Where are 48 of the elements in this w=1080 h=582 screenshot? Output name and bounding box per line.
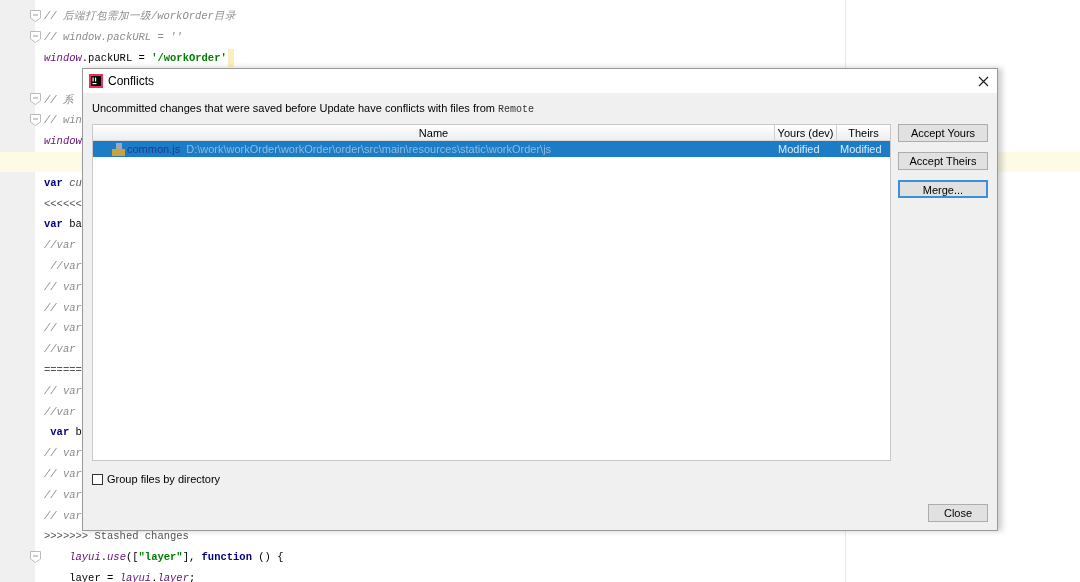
code-line: // var <box>44 321 82 337</box>
code-line: // var <box>44 487 82 503</box>
table-row[interactable]: common.js D:\work\workOrder\workOrder\order\src\main\resources\static\workOrder\js Modified Modified <box>93 141 890 157</box>
text-caret <box>227 49 234 67</box>
column-header[interactable]: Yours (dev) <box>775 125 837 140</box>
code-line: var b <box>49 425 82 441</box>
code-line: //var <box>44 404 76 420</box>
fold-icon[interactable] <box>30 10 41 22</box>
code-line: // window.packURL = '' <box>44 30 183 46</box>
group-files-checkbox[interactable]: Group files by directory <box>92 471 221 488</box>
code-line: var cu <box>44 175 82 191</box>
code-line: // var <box>44 466 82 482</box>
fold-icon[interactable] <box>30 550 41 563</box>
code-line: // 系 <box>44 92 74 108</box>
code-line: var ba <box>44 217 82 233</box>
theirs-status: Modified <box>839 141 883 157</box>
code-line: >>>>>>> Stashed changes <box>44 529 189 545</box>
code-line: // var <box>44 300 82 316</box>
code-line: //var <box>44 342 76 358</box>
code-line: window.packURL = '/workOrder' <box>44 51 227 66</box>
file-path: D:\work\workOrder\workOrder\order\src\main\resources\static\workOrder\js <box>186 141 552 157</box>
yours-status: Modified <box>777 141 821 157</box>
file-name: common.js <box>127 141 181 157</box>
app-logo-icon <box>89 74 103 88</box>
dialog-button[interactable]: Accept Yours <box>898 124 988 142</box>
code-line: ====== <box>44 362 82 378</box>
fold-icon[interactable] <box>30 30 41 43</box>
code-line: // var <box>44 446 82 462</box>
dialog-button[interactable]: Accept Theirs <box>898 152 988 170</box>
code-line: window <box>44 134 82 150</box>
code-line: layui.use(["layer"], function () { <box>68 550 284 566</box>
dialog-title: Conflicts <box>108 73 154 90</box>
code-line: // var <box>44 508 82 524</box>
code-line: // var <box>44 279 82 295</box>
conflict-message: Uncommitted changes that were saved before Update have conflicts with files from Remote <box>92 101 534 117</box>
fold-icon[interactable] <box>30 114 41 126</box>
code-line: // var <box>44 383 82 399</box>
code-line: // 后端打包需加一级/workOrder目录 <box>44 9 236 25</box>
js-file-icon <box>112 142 125 156</box>
code-line: <<<<<< <box>44 196 82 212</box>
code-line: //var <box>49 258 82 274</box>
code-line: // win <box>44 113 82 129</box>
column-header[interactable]: Name <box>93 125 775 140</box>
fold-icon[interactable] <box>30 93 41 106</box>
close-button[interactable]: Close <box>928 504 988 522</box>
code-line: //var <box>44 238 76 254</box>
dialog-button[interactable]: Merge... <box>898 180 988 198</box>
column-header[interactable]: Theirs <box>837 125 890 140</box>
